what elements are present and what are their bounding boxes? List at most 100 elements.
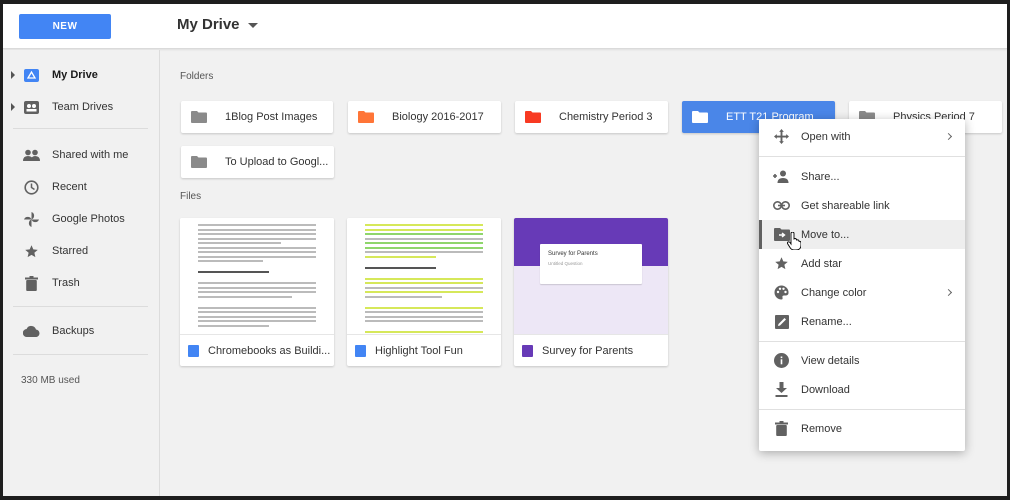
menu-item-label: Get shareable link — [801, 199, 890, 212]
menu-divider — [759, 409, 965, 410]
menu-item-remove[interactable]: Remove — [759, 414, 965, 443]
menu-item-rename[interactable]: Rename... — [759, 307, 965, 336]
sidebar-item-my-drive[interactable]: My Drive — [3, 60, 160, 90]
palette-icon — [773, 284, 790, 301]
file-name-row: Chromebooks as Buildi... — [180, 334, 334, 366]
photos-pinwheel-icon — [23, 211, 40, 228]
sidebar-item-label: Trash — [52, 277, 80, 289]
trash-icon — [23, 275, 40, 292]
star-icon — [23, 243, 40, 260]
form-thumbnail: Survey for Parents Untitled Question — [514, 218, 668, 334]
folder-tile[interactable]: Biology 2016-2017 — [348, 101, 501, 133]
download-icon — [773, 381, 790, 398]
people-icon — [23, 147, 40, 164]
menu-item-add-star[interactable]: Add star — [759, 249, 965, 278]
folder-name: 1Blog Post Images — [225, 111, 318, 123]
drive-window: NEW My Drive My Drive Team Drives Shared… — [3, 4, 1007, 496]
menu-item-label: Rename... — [801, 315, 852, 328]
file-name-row: Survey for Parents — [514, 334, 668, 366]
file-card[interactable]: Highlight Tool Fun — [347, 218, 501, 366]
menu-item-label: Remove — [801, 422, 842, 435]
folder-tile[interactable]: To Upload to Googl... — [181, 146, 334, 178]
menu-item-label: Download — [801, 383, 850, 396]
menu-item-get-link[interactable]: Get shareable link — [759, 191, 965, 220]
file-name: Highlight Tool Fun — [375, 344, 463, 357]
hand-cursor-icon — [787, 232, 801, 250]
chevron-right-icon — [944, 132, 953, 141]
menu-item-change-color[interactable]: Change color — [759, 278, 965, 307]
menu-item-view-details[interactable]: View details — [759, 346, 965, 375]
folder-name: Biology 2016-2017 — [392, 111, 484, 123]
folder-tile[interactable]: Chemistry Period 3 — [515, 101, 668, 133]
context-menu: Open with Share... Get shareable link Mo… — [759, 119, 965, 451]
drive-icon — [23, 67, 40, 84]
file-name-row: Highlight Tool Fun — [347, 334, 501, 366]
sidebar-item-photos[interactable]: Google Photos — [3, 204, 160, 234]
sidebar-item-shared[interactable]: Shared with me — [3, 140, 160, 170]
folder-name: Chemistry Period 3 — [559, 111, 653, 123]
folder-icon — [525, 111, 541, 123]
menu-divider — [759, 156, 965, 157]
team-drives-icon — [23, 99, 40, 116]
caret-down-icon — [247, 23, 258, 28]
link-icon — [773, 197, 790, 214]
person-add-icon — [773, 168, 790, 185]
file-card[interactable]: Chromebooks as Buildi... — [180, 218, 334, 366]
form-title: Survey for Parents — [548, 251, 598, 257]
sidebar-item-team-drives[interactable]: Team Drives — [3, 92, 160, 122]
info-icon — [773, 352, 790, 369]
trash-icon — [773, 420, 790, 437]
sidebar-item-label: Google Photos — [52, 213, 125, 225]
menu-item-download[interactable]: Download — [759, 375, 965, 404]
folder-name: To Upload to Googl... — [225, 156, 329, 168]
sidebar-item-starred[interactable]: Starred — [3, 236, 160, 266]
move-arrows-icon — [773, 128, 790, 145]
sidebar-item-label: Starred — [52, 245, 89, 257]
folder-icon — [191, 111, 207, 123]
menu-item-open-with[interactable]: Open with — [759, 122, 965, 151]
sidebar-item-label: My Drive — [52, 69, 98, 81]
location-dropdown[interactable]: My Drive — [177, 16, 258, 33]
sidebar-item-label: Shared with me — [52, 149, 129, 161]
sidebar-divider — [13, 354, 148, 355]
files-heading: Files — [180, 191, 202, 202]
menu-item-label: Move to... — [801, 228, 850, 241]
folders-heading: Folders — [180, 71, 214, 82]
menu-item-label: Open with — [801, 130, 851, 143]
google-docs-icon — [355, 345, 366, 357]
google-docs-icon — [188, 345, 199, 357]
sidebar-item-backups[interactable]: Backups — [3, 316, 160, 346]
storage-usage: 330 MB used — [21, 375, 80, 386]
sidebar: My Drive Team Drives Shared with me Rece… — [3, 50, 160, 496]
menu-item-share[interactable]: Share... — [759, 162, 965, 191]
star-icon — [773, 255, 790, 272]
folder-icon — [191, 156, 207, 168]
edit-icon — [773, 313, 790, 330]
document-thumbnail — [180, 218, 334, 334]
page-title: My Drive — [177, 16, 240, 33]
sidebar-divider — [13, 306, 148, 307]
menu-item-label: Change color — [801, 286, 867, 299]
expand-arrow-icon[interactable] — [11, 103, 15, 111]
folder-icon — [692, 111, 708, 123]
top-bar: NEW My Drive — [3, 4, 1007, 49]
new-button[interactable]: NEW — [19, 14, 111, 39]
document-thumbnail — [347, 218, 501, 334]
folder-tile[interactable]: 1Blog Post Images — [181, 101, 333, 133]
google-forms-icon — [522, 345, 533, 357]
clock-icon — [23, 179, 40, 196]
sidebar-divider — [13, 128, 148, 129]
cloud-icon — [23, 323, 40, 340]
menu-divider — [759, 341, 965, 342]
form-title-card: Survey for Parents Untitled Question — [540, 244, 642, 284]
menu-item-label: Add star — [801, 257, 842, 270]
sidebar-item-label: Backups — [52, 325, 95, 337]
sidebar-item-trash[interactable]: Trash — [3, 268, 160, 298]
sidebar-item-label: Team Drives — [52, 101, 114, 113]
file-name: Survey for Parents — [542, 344, 634, 357]
menu-item-label: Share... — [801, 170, 840, 183]
file-card[interactable]: Survey for Parents Untitled Question Sur… — [514, 218, 668, 366]
sidebar-item-recent[interactable]: Recent — [3, 172, 160, 202]
sidebar-item-label: Recent — [52, 181, 87, 193]
expand-arrow-icon[interactable] — [11, 71, 15, 79]
